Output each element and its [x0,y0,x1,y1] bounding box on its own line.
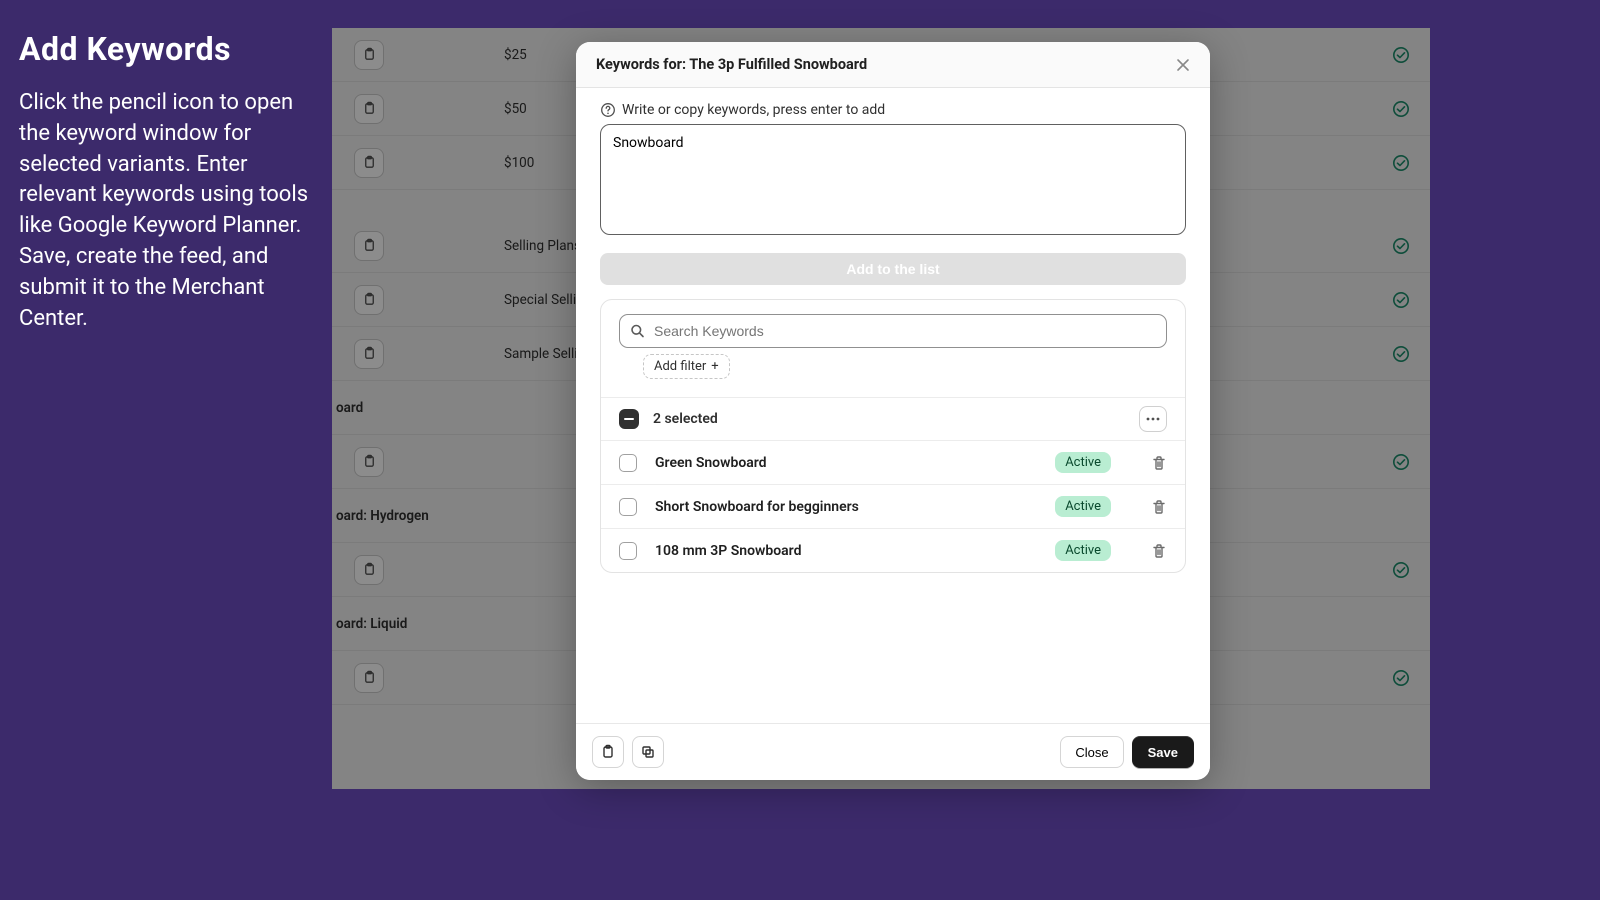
modal-header: Keywords for: The 3p Fulfilled Snowboard [576,42,1210,88]
keyword-name: 108 mm 3P Snowboard [655,543,1055,559]
trash-icon[interactable] [1151,499,1167,515]
keywords-input-label: Write or copy keywords, press enter to a… [600,102,1186,118]
select-all-checkbox[interactable] [619,409,639,429]
add-to-list-button[interactable]: Add to the list [600,253,1186,285]
selection-bar: 2 selected [601,397,1185,441]
keyword-name: Short Snowboard for begginners [655,499,1055,515]
clipboard-button[interactable] [592,736,624,768]
tutorial-panel: Add Keywords Click the pencil icon to op… [19,30,309,334]
add-filter-button[interactable]: Add filter + [643,354,730,379]
help-icon [600,102,616,118]
keywords-list-card: Add filter + 2 selected Green SnowboardA… [600,299,1186,573]
keyword-checkbox[interactable] [619,542,637,560]
keyword-checkbox[interactable] [619,454,637,472]
tutorial-title: Add Keywords [19,30,309,68]
status-badge: Active [1055,540,1111,561]
modal-footer: Close Save [576,723,1210,780]
keywords-modal: Keywords for: The 3p Fulfilled Snowboard… [576,42,1210,780]
modal-body: Write or copy keywords, press enter to a… [576,88,1210,723]
duplicate-button[interactable] [632,736,664,768]
trash-icon[interactable] [1151,455,1167,471]
more-actions-button[interactable] [1139,406,1167,432]
keyword-row: Short Snowboard for begginnersActive [601,485,1185,529]
save-button[interactable]: Save [1132,736,1194,768]
close-icon[interactable] [1176,58,1190,72]
search-keywords-input[interactable] [619,314,1167,348]
keyword-row: Green SnowboardActive [601,441,1185,485]
search-icon [630,324,645,339]
status-badge: Active [1055,496,1111,517]
trash-icon[interactable] [1151,543,1167,559]
modal-title: Keywords for: The 3p Fulfilled Snowboard [596,56,867,73]
keyword-checkbox[interactable] [619,498,637,516]
keyword-row: 108 mm 3P SnowboardActive [601,529,1185,572]
tutorial-body: Click the pencil icon to open the keywor… [19,88,309,334]
status-badge: Active [1055,452,1111,473]
keywords-textarea[interactable] [600,124,1186,235]
plus-icon: + [711,359,718,374]
selected-count: 2 selected [653,411,718,427]
close-button[interactable]: Close [1060,736,1123,768]
keyword-name: Green Snowboard [655,455,1055,471]
